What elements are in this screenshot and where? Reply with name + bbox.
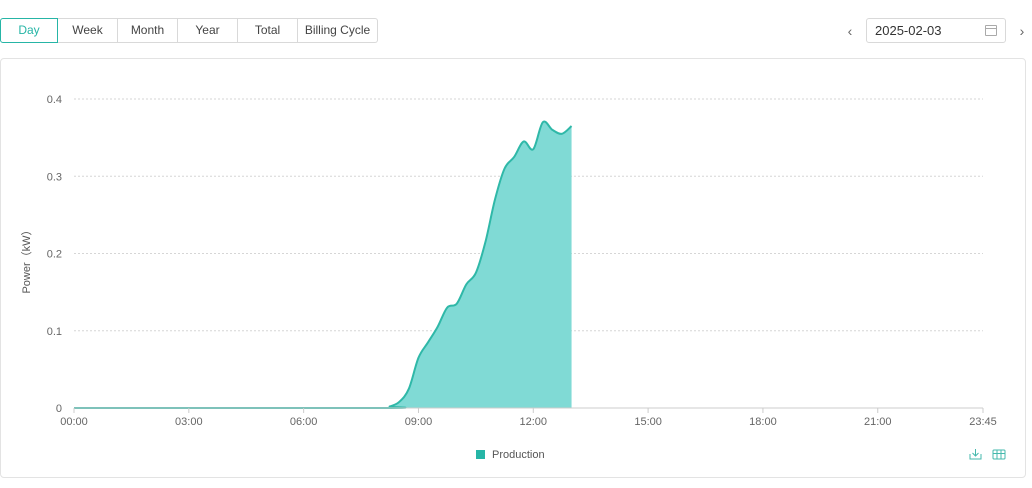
tab-week[interactable]: Week xyxy=(58,18,118,43)
y-tick-label: 0.2 xyxy=(47,249,62,261)
x-tick-label: 23:45 xyxy=(969,416,997,428)
legend[interactable]: Production xyxy=(476,449,545,461)
y-axis-label: Power（kW） xyxy=(20,224,33,293)
x-tick-label: 12:00 xyxy=(520,416,548,428)
tab-total[interactable]: Total xyxy=(238,18,298,43)
tab-year[interactable]: Year xyxy=(178,18,238,43)
y-tick-label: 0 xyxy=(56,403,62,415)
date-value: 2025-02-03 xyxy=(875,23,942,38)
date-input[interactable]: 2025-02-03 xyxy=(866,18,1006,43)
tab-billing-cycle[interactable]: Billing Cycle xyxy=(298,18,378,43)
x-tick-label: 00:00 xyxy=(60,416,88,428)
x-tick-label: 15:00 xyxy=(634,416,662,428)
download-icon[interactable] xyxy=(969,449,982,460)
x-tick-label: 03:00 xyxy=(175,416,203,428)
chevron-left-icon[interactable]: ‹ xyxy=(840,23,860,39)
chevron-right-icon[interactable]: › xyxy=(1012,23,1032,39)
y-tick-label: 0.1 xyxy=(47,326,62,338)
x-tick-label: 21:00 xyxy=(864,416,892,428)
calendar-icon[interactable] xyxy=(985,25,997,36)
period-tabs: Day Week Month Year Total Billing Cycle xyxy=(0,18,378,43)
legend-label: Production xyxy=(492,449,545,461)
production-chart: 0 0.1 0.2 0.3 0.4 00:00 03:00 06:00 09:00 12:00 15… xyxy=(20,94,1006,461)
y-tick-label: 0.3 xyxy=(47,171,62,183)
x-tick-label: 09:00 xyxy=(405,416,433,428)
table-view-icon[interactable] xyxy=(992,449,1006,460)
chart-panel: 0 0.1 0.2 0.3 0.4 00:00 03:00 06:00 09:00 12:00 15… xyxy=(0,58,1026,478)
production-area xyxy=(74,121,572,408)
x-tick-label: 18:00 xyxy=(749,416,777,428)
tab-month[interactable]: Month xyxy=(118,18,178,43)
legend-swatch xyxy=(476,450,485,459)
y-tick-label: 0.4 xyxy=(47,94,62,106)
x-tick-label: 06:00 xyxy=(290,416,318,428)
date-picker: ‹ 2025-02-03 › xyxy=(840,18,1032,43)
tab-day[interactable]: Day xyxy=(0,18,58,43)
